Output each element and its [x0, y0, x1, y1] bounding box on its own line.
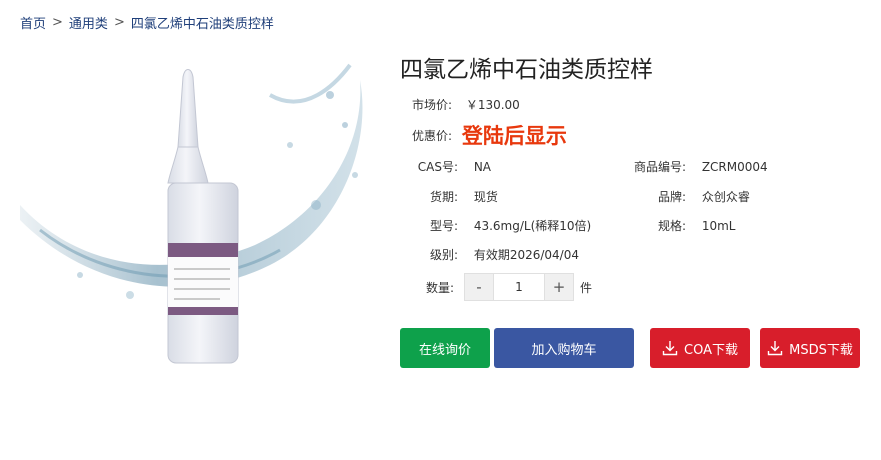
coa-download-button[interactable]: COA下载: [650, 328, 750, 368]
stock-value: 现货: [473, 190, 498, 204]
product-title: 四氯乙烯中石油类质控样: [400, 57, 653, 83]
model-value: 43.6mg/L(稀释10倍): [473, 219, 592, 233]
quantity-input[interactable]: 1: [493, 274, 545, 300]
brand-label: 品牌:: [657, 190, 686, 204]
quantity-decrease-button[interactable]: -: [465, 274, 493, 300]
code-row: 商品编号: ZCRM0004: [630, 158, 768, 175]
online-inquiry-button[interactable]: 在线询价: [400, 328, 490, 368]
spec-row: 规格: 10mL: [630, 217, 736, 234]
spec-value: 10mL: [701, 219, 736, 233]
msds-download-label: MSDS下载: [789, 342, 853, 358]
product-image: [20, 63, 363, 364]
code-label: 商品编号:: [633, 160, 686, 174]
add-to-cart-button[interactable]: 加入购物车: [494, 328, 634, 368]
promo-price-row: 优惠价: 登陆后显示: [410, 120, 567, 150]
breadcrumb-separator: >: [52, 15, 63, 30]
quantity-row: 数量: - 1 + 件: [420, 273, 592, 301]
online-inquiry-label: 在线询价: [418, 342, 471, 358]
spec-label: 规格:: [657, 219, 686, 233]
quantity-stepper: - 1 +: [464, 273, 574, 301]
grade-row: 级别: 有效期2026/04/04: [410, 246, 579, 263]
breadcrumb-category[interactable]: 通用类: [69, 13, 108, 32]
cas-row: CAS号: NA: [410, 158, 491, 175]
brand-row: 品牌: 众创众睿: [630, 188, 750, 205]
download-icon: [767, 341, 783, 356]
market-price-row: 市场价: ￥130.00: [410, 96, 520, 113]
cas-label: CAS号:: [417, 160, 458, 174]
quantity-increase-button[interactable]: +: [545, 274, 573, 300]
cas-value: NA: [473, 160, 492, 174]
breadcrumb: 首页 > 通用类 > 四氯乙烯中石油类质控样: [20, 13, 274, 32]
promo-price-label: 优惠价:: [411, 128, 452, 143]
breadcrumb-separator: >: [113, 15, 125, 30]
quantity-unit: 件: [580, 280, 593, 295]
msds-download-button[interactable]: MSDS下载: [760, 328, 860, 368]
breadcrumb-current[interactable]: 四氯乙烯中石油类质控样: [131, 13, 274, 32]
model-row: 型号: 43.6mg/L(稀释10倍): [410, 217, 591, 234]
coa-download-label: COA下载: [684, 342, 738, 358]
brand-value: 众创众睿: [701, 190, 750, 204]
market-price-label: 市场价:: [411, 98, 452, 112]
quantity-label: 数量:: [425, 280, 454, 295]
stock-row: 货期: 现货: [410, 188, 498, 205]
grade-value: 有效期2026/04/04: [473, 248, 579, 262]
grade-label: 级别:: [429, 248, 458, 262]
promo-price-value: 登陆后显示: [461, 124, 567, 148]
market-price-value: ￥130.00: [465, 98, 520, 112]
model-label: 型号:: [429, 219, 458, 233]
stock-label: 货期:: [429, 190, 458, 204]
add-to-cart-label: 加入购物车: [531, 342, 597, 358]
breadcrumb-home[interactable]: 首页: [20, 13, 46, 32]
download-icon: [662, 341, 678, 356]
code-value: ZCRM0004: [701, 160, 768, 174]
